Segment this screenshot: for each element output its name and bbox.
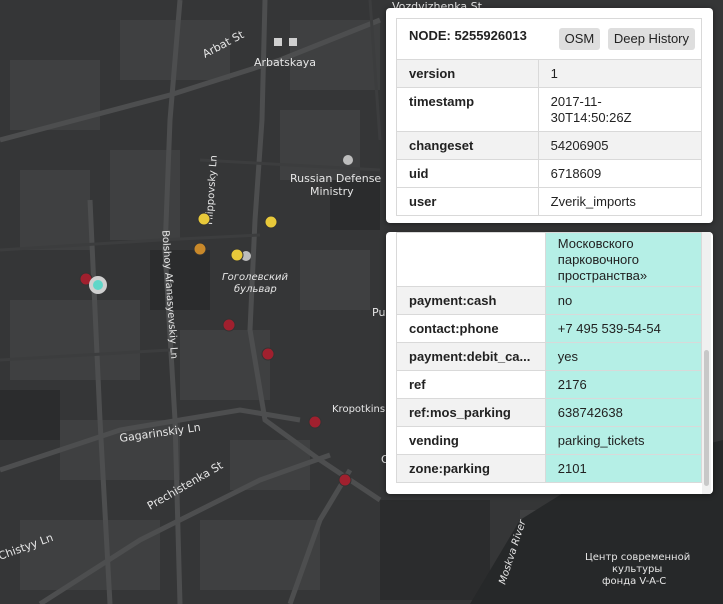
- poi-marker-orange[interactable]: [193, 242, 207, 256]
- parking-marker[interactable]: [308, 415, 322, 429]
- selected-node-marker[interactable]: [89, 276, 107, 294]
- table-row: zone:parking 2101: [396, 454, 703, 483]
- row-value: Zverik_imports: [537, 187, 703, 216]
- row-value: Московского парковочного пространства»: [544, 232, 703, 287]
- table-row: vending parking_tickets: [396, 426, 703, 455]
- table-row: payment:debit_ca... yes: [396, 342, 703, 371]
- node-info-table: NODE: 5255926013 OSM Deep History versio…: [396, 18, 703, 216]
- row-key: payment:debit_ca...: [396, 342, 546, 371]
- parking-marker[interactable]: [261, 347, 275, 361]
- row-value: 6718609: [537, 159, 703, 188]
- poi-marker-yellow[interactable]: [230, 248, 244, 262]
- table-row: contact:phone +7 495 539-54-54: [396, 314, 703, 343]
- row-key: user: [396, 187, 539, 216]
- row-key: uid: [396, 159, 539, 188]
- table-row: Московского парковочного пространства»: [396, 232, 703, 287]
- scrollbar-thumb[interactable]: [704, 350, 709, 486]
- parking-marker[interactable]: [222, 318, 236, 332]
- node-info-panel: NODE: 5255926013 OSM Deep History versio…: [386, 8, 713, 223]
- table-row: version 1: [396, 59, 703, 88]
- label-museum-1: Центр современной: [585, 552, 690, 563]
- poi-marker-yellow[interactable]: [264, 215, 278, 229]
- label-defense-2: Ministry: [310, 185, 354, 198]
- label-kropotkinsk: Kropotkinsk: [332, 404, 391, 415]
- row-key: payment:cash: [396, 286, 546, 315]
- parking-marker[interactable]: [338, 473, 352, 487]
- tags-panel[interactable]: Московского парковочного пространства» p…: [386, 232, 713, 494]
- row-key: vending: [396, 426, 546, 455]
- row-key: zone:parking: [396, 454, 546, 483]
- node-header-row: NODE: 5255926013 OSM Deep History: [396, 18, 702, 60]
- row-value: parking_tickets: [544, 426, 703, 455]
- star-icon: [343, 155, 353, 165]
- row-key: [396, 232, 546, 287]
- label-arbatskaya: Arbatskaya: [254, 56, 316, 69]
- row-value: 54206905: [537, 131, 703, 160]
- table-row: user Zverik_imports: [396, 187, 703, 216]
- tags-table: Московского парковочного пространства» p…: [396, 232, 703, 483]
- row-value: yes: [544, 342, 703, 371]
- label-gogolevsky-2: бульвар: [234, 283, 277, 295]
- osm-button[interactable]: OSM: [558, 28, 601, 50]
- row-key: ref: [396, 370, 546, 399]
- table-row: payment:cash no: [396, 286, 703, 315]
- row-value: 638742638: [544, 398, 703, 427]
- row-value: 2176: [544, 370, 703, 399]
- row-value: +7 495 539-54-54: [544, 314, 703, 343]
- table-row: uid 6718609: [396, 159, 703, 188]
- row-key: version: [396, 59, 539, 88]
- row-key: changeset: [396, 131, 539, 160]
- label-museum-3: фонда V-A-C: [602, 576, 666, 587]
- tags-scrollbar[interactable]: [702, 232, 711, 494]
- node-id-title: NODE: 5255926013: [409, 28, 527, 43]
- label-defense-1: Russian Defense: [290, 172, 381, 185]
- row-key: ref:mos_parking: [396, 398, 546, 427]
- table-row: ref:mos_parking 638742638: [396, 398, 703, 427]
- deep-history-button[interactable]: Deep History: [607, 28, 695, 50]
- node-header-cell: NODE: 5255926013 OSM Deep History: [396, 18, 702, 60]
- row-value: no: [544, 286, 703, 315]
- table-row: timestamp 2017-11-30T14:50:26Z: [396, 87, 703, 132]
- table-row: ref 2176: [396, 370, 703, 399]
- poi-marker-yellow[interactable]: [197, 212, 211, 226]
- row-value: 2101: [544, 454, 703, 483]
- label-museum-2: культуры: [612, 564, 662, 575]
- row-value: 1: [537, 59, 703, 88]
- row-value: 2017-11-30T14:50:26Z: [537, 87, 703, 132]
- row-key: timestamp: [396, 87, 539, 132]
- label-gogolevsky-1: Гоголевский: [222, 272, 289, 283]
- table-row: changeset 54206905: [396, 131, 703, 160]
- row-key: contact:phone: [396, 314, 546, 343]
